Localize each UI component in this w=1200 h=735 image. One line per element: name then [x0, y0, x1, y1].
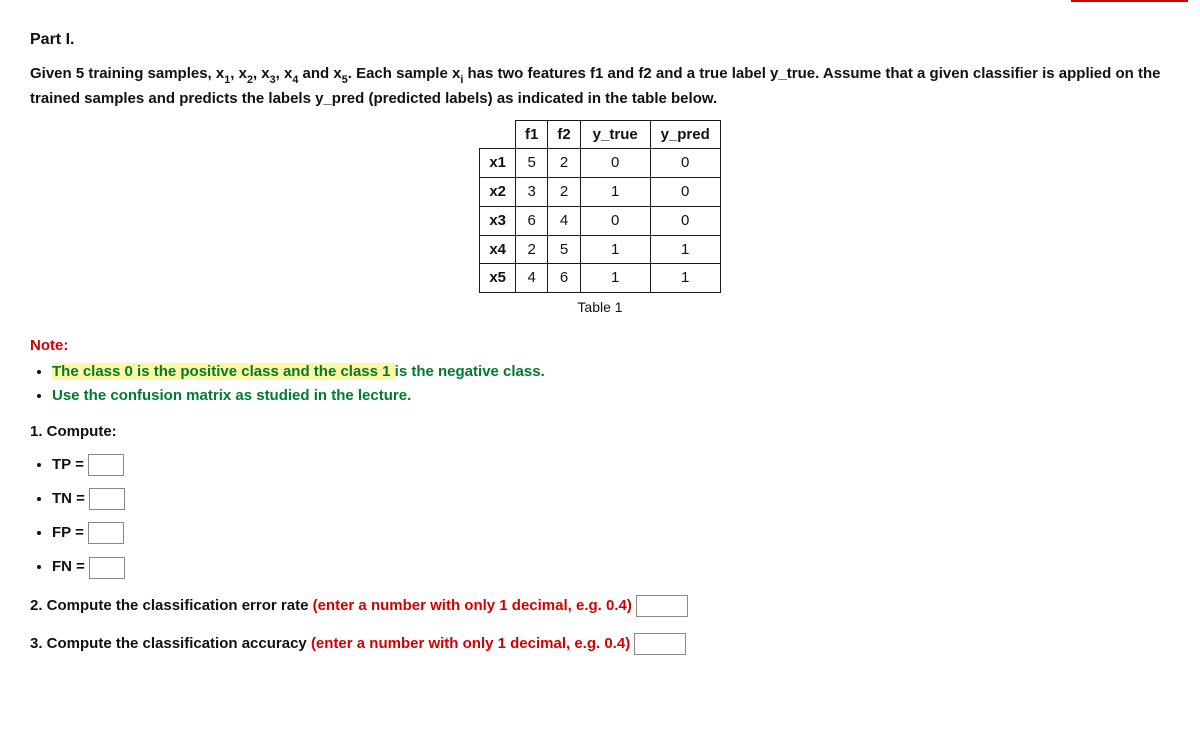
data-table: f1 f2 y_true y_pred x1 5 2 0 0 x2 3 2 1 …: [479, 120, 720, 294]
time-left-badge: Time left 2:57:45: [1071, 0, 1188, 2]
q3-text: 3. Compute the classification accuracy: [30, 635, 311, 652]
table-header-row: f1 f2 y_true y_pred: [480, 120, 720, 149]
cell: 4: [516, 264, 548, 293]
note-highlight: class 1: [340, 363, 394, 380]
q2-line: 2. Compute the classification error rate…: [30, 595, 1170, 617]
row-name: x3: [480, 206, 516, 235]
q2-text: 2. Compute the classification error rate: [30, 597, 313, 614]
intro-seg: , x: [276, 65, 293, 82]
col-ypred: y_pred: [650, 120, 720, 149]
q3-hint: (enter a number with only 1 decimal, e.g…: [311, 635, 630, 652]
cell: 5: [516, 149, 548, 178]
sub-3: 3: [270, 74, 276, 86]
table-row: x5 4 6 1 1: [480, 264, 720, 293]
cell: 6: [548, 264, 580, 293]
q3-line: 3. Compute the classification accuracy (…: [30, 633, 1170, 655]
list-item: FP =: [52, 522, 1170, 544]
cell: 4: [548, 206, 580, 235]
table-row: x4 2 5 1 1: [480, 235, 720, 264]
part-title: Part I.: [30, 28, 1170, 51]
intro-seg: . Each sample x: [348, 65, 461, 82]
cell: 0: [580, 149, 650, 178]
sub-4: 4: [292, 74, 298, 86]
note-text: The class 0 is the positive class and th…: [52, 363, 545, 380]
fn-input[interactable]: [89, 557, 125, 579]
table-row: x1 5 2 0 0: [480, 149, 720, 178]
list-item: FN =: [52, 556, 1170, 578]
table-caption: Table 1: [30, 297, 1170, 317]
sub-1: 1: [224, 74, 230, 86]
tn-input[interactable]: [89, 488, 125, 510]
q1-list: TP = TN = FP = FN =: [30, 454, 1170, 578]
accuracy-input[interactable]: [634, 633, 686, 655]
row-name: x1: [480, 149, 516, 178]
cell: 0: [650, 149, 720, 178]
cell: 2: [548, 178, 580, 207]
fp-input[interactable]: [88, 522, 124, 544]
tn-label: TN =: [52, 490, 85, 507]
tp-label: TP =: [52, 456, 84, 473]
cell: 1: [580, 178, 650, 207]
col-f2: f2: [548, 120, 580, 149]
row-name: x5: [480, 264, 516, 293]
intro-text: Given 5 training samples, x1, x2, x3, x4…: [30, 63, 1170, 109]
cell: 0: [650, 206, 720, 235]
cell: 2: [548, 149, 580, 178]
note-label: Note:: [30, 335, 1170, 357]
sub-5: 5: [342, 74, 348, 86]
cell: 1: [650, 264, 720, 293]
intro-seg: Given 5 training samples, x: [30, 65, 224, 82]
note-tail: is the negative class.: [395, 363, 545, 380]
row-name: x4: [480, 235, 516, 264]
cell: 1: [580, 235, 650, 264]
cell: 5: [548, 235, 580, 264]
note-item: The class 0 is the positive class and th…: [52, 361, 1170, 383]
note-item: Use the confusion matrix as studied in t…: [52, 385, 1170, 407]
cell: 1: [580, 264, 650, 293]
fp-label: FP =: [52, 524, 84, 541]
col-ytrue: y_true: [580, 120, 650, 149]
table-row: x2 3 2 1 0: [480, 178, 720, 207]
fn-label: FN =: [52, 558, 85, 575]
sub-2: 2: [247, 74, 253, 86]
cell: 6: [516, 206, 548, 235]
intro-seg: , x: [253, 65, 270, 82]
q1-title: 1. Compute:: [30, 421, 1170, 443]
cell: 1: [650, 235, 720, 264]
cell: 0: [580, 206, 650, 235]
list-item: TN =: [52, 488, 1170, 510]
intro-seg: and x: [298, 65, 341, 82]
cell: 0: [650, 178, 720, 207]
note-highlight: The class 0 is the positive class and th…: [52, 363, 340, 380]
col-f1: f1: [516, 120, 548, 149]
intro-seg: , x: [230, 65, 247, 82]
list-item: TP =: [52, 454, 1170, 476]
error-rate-input[interactable]: [636, 595, 688, 617]
table-row: x3 6 4 0 0: [480, 206, 720, 235]
table-corner: [480, 120, 516, 149]
q2-hint: (enter a number with only 1 decimal, e.g…: [313, 597, 632, 614]
sub-i: i: [460, 74, 463, 86]
note-text: Use the confusion matrix as studied in t…: [52, 387, 411, 404]
row-name: x2: [480, 178, 516, 207]
note-list: The class 0 is the positive class and th…: [30, 361, 1170, 407]
table-container: f1 f2 y_true y_pred x1 5 2 0 0 x2 3 2 1 …: [30, 120, 1170, 318]
tp-input[interactable]: [88, 454, 124, 476]
cell: 2: [516, 235, 548, 264]
cell: 3: [516, 178, 548, 207]
